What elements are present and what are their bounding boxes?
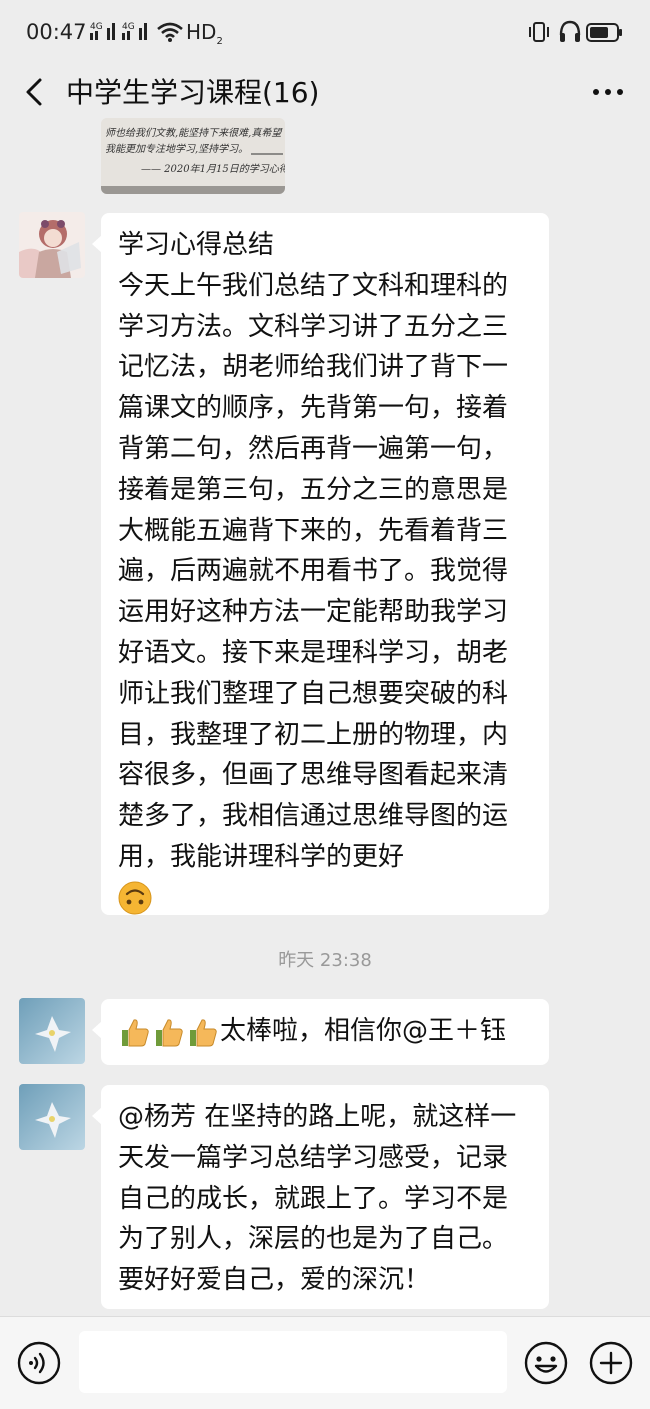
avatar[interactable] — [19, 1084, 85, 1150]
emoji-icon[interactable] — [524, 1341, 568, 1385]
message-line: 运用好这种方法一定能帮助我学习 — [118, 597, 509, 628]
hd-sub: 2 — [216, 36, 223, 47]
message-line: 学习心得总结 — [118, 230, 275, 260]
photo-line-3: —— 2020年1月15日的学习心得 — [141, 163, 285, 175]
thumbs-up-icon — [190, 1018, 217, 1046]
hd-indicator: HD2 — [186, 20, 223, 47]
signal-icon-2: 4G — [122, 22, 147, 40]
message-line: 大概能五遍背下来的，先看着背三 — [118, 515, 509, 546]
message-line: 目，我整理了初二上册的物理，内 — [118, 719, 509, 750]
message-line: 用，我能讲理科学的更好 — [118, 841, 405, 872]
image-message[interactable]: 师也给我们文教,能坚持下来很难,真希望 我能更加专注地学习,坚持学习。 —— 2… — [101, 118, 285, 194]
photo-line-2: 我能更加专注地学习,坚持学习。 — [105, 143, 248, 155]
message-text: 太棒啦，相信你@王＋钰 — [220, 1016, 507, 1046]
message-line: @杨芳 在坚持的路上呢，就这样一 — [118, 1102, 517, 1132]
message-line: 师让我们整理了自己想要突破的科 — [118, 678, 509, 709]
message-line: 遍，后两遍就不用看书了。我觉得 — [118, 556, 509, 587]
photo-line-1: 师也给我们文教,能坚持下来很难,真希望 — [105, 127, 283, 139]
upside-down-face-icon — [118, 881, 152, 915]
wifi-icon — [157, 22, 183, 42]
handwriting-image: 师也给我们文教,能坚持下来很难,真希望 我能更加专注地学习,坚持学习。 —— 2… — [101, 118, 285, 194]
message-line: 楚多了，我相信通过思维导图的运 — [118, 801, 509, 832]
signal-icon: 4G — [90, 22, 115, 40]
battery-icon — [586, 23, 622, 42]
voice-icon[interactable] — [17, 1341, 61, 1385]
title-bar: 中学生学习课程(16) — [0, 64, 650, 118]
message-line: 背第二句，然后再背一遍第一句， — [118, 433, 509, 464]
message-line: 天发一篇学习总结学习感受，记录 — [118, 1142, 509, 1173]
message-line: 篇课文的顺序，先背第一句，接着 — [118, 393, 509, 424]
hd-label: HD — [186, 20, 217, 44]
message-emoji-line — [118, 878, 535, 922]
message-line: 接着是第三句，五分之三的意思是 — [118, 474, 509, 505]
chat-title: 中学生学习课程(16) — [66, 76, 320, 109]
bubble-tail — [92, 1107, 102, 1125]
message-bubble[interactable]: @杨芳 在坚持的路上呢，就这样一 天发一篇学习总结学习感受，记录 自己的成长，就… — [92, 1085, 549, 1309]
message-line: 学习方法。文科学习讲了五分之三 — [118, 311, 509, 342]
thumbs-up-icon — [156, 1018, 183, 1046]
status-time: 00:47 — [26, 20, 87, 44]
message-line: 自己的成长，就跟上了。学习不是 — [118, 1183, 509, 1214]
avatar[interactable] — [19, 212, 85, 278]
signal-label: 4G — [90, 22, 103, 32]
signal-label-2: 4G — [122, 22, 135, 32]
back-arrow-icon[interactable] — [18, 70, 54, 114]
headphone-icon — [559, 20, 581, 42]
avatar[interactable] — [19, 998, 85, 1064]
message-input[interactable] — [79, 1331, 507, 1393]
timestamp: 昨天 23:38 — [278, 950, 372, 971]
message-line: 今天上午我们总结了文科和理科的 — [118, 270, 509, 301]
bubble-tail — [92, 1021, 102, 1039]
status-bar: 00:47 4G 4G HD2 — [0, 0, 650, 64]
message-bubble[interactable]: 太棒啦，相信你@王＋钰 — [92, 999, 549, 1065]
message-line: 容很多，但画了思维导图看起来清 — [118, 760, 509, 791]
message-line: 要好好爱自己，爱的深沉！ — [118, 1265, 431, 1296]
thumbs-up-icon — [122, 1018, 149, 1046]
input-bar — [0, 1316, 650, 1409]
message-bubble[interactable]: 学习心得总结 今天上午我们总结了文科和理科的 学习方法。文科学习讲了五分之三 记… — [92, 213, 549, 915]
more-icon[interactable] — [588, 72, 628, 112]
message-line: 好语文。接下来是理科学习，胡老 — [118, 637, 509, 668]
message-line: 为了别人，深层的也是为了自己。 — [118, 1224, 509, 1255]
bubble-tail — [92, 235, 102, 253]
message-line: 记忆法，胡老师给我们讲了背下一 — [118, 352, 509, 383]
chat-area[interactable]: 师也给我们文教,能坚持下来很难,真希望 我能更加专注地学习,坚持学习。 —— 2… — [0, 118, 650, 1316]
plus-icon[interactable] — [589, 1341, 633, 1385]
message-line: 太棒啦，相信你@王＋钰 — [118, 1011, 535, 1052]
vibrate-icon — [529, 22, 549, 42]
